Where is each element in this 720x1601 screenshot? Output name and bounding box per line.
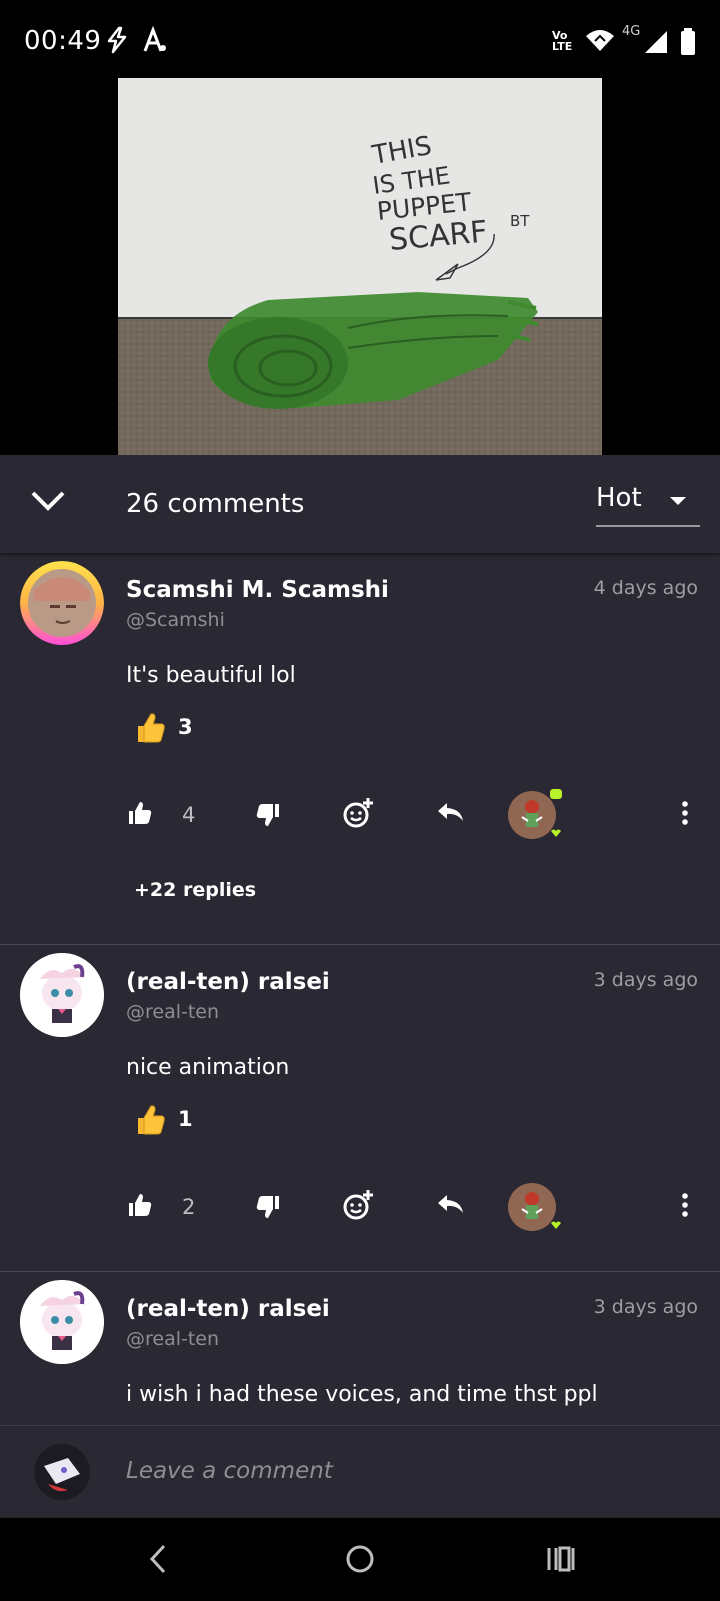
- comment-composer[interactable]: Leave a comment: [0, 1425, 720, 1518]
- comment-item: (real-ten) ralsei @real-ten 3 days ago n…: [0, 945, 720, 1265]
- collapse-chevron-icon[interactable]: [30, 489, 66, 517]
- comment-author-name[interactable]: (real-ten) ralsei: [126, 1296, 330, 1322]
- comment-author-handle[interactable]: @Scamshi: [126, 609, 225, 631]
- caret-down-icon: [670, 497, 686, 505]
- video-player[interactable]: THIS IS THE PUPPET SCARF BT: [0, 78, 720, 455]
- recents-icon[interactable]: [546, 1544, 576, 1578]
- creator-avatar[interactable]: [508, 789, 564, 849]
- like-icon[interactable]: [128, 801, 152, 829]
- avatar[interactable]: [20, 1280, 104, 1364]
- home-icon[interactable]: [345, 1544, 375, 1578]
- like-count: 4: [182, 803, 196, 827]
- thumbs-up-emoji-icon: [134, 1103, 166, 1141]
- reaction-count: 3: [178, 715, 193, 739]
- comment-text: nice animation: [126, 1055, 290, 1080]
- status-bar: 00:49 Vo LTE 4G: [0, 0, 720, 78]
- comments-count: 26 comments: [126, 489, 305, 519]
- avatar[interactable]: [20, 561, 104, 645]
- status-time: 00:49: [24, 26, 102, 56]
- volte-icon: Vo LTE: [552, 29, 573, 53]
- comment-item: (real-ten) ralsei @real-ten 3 days ago i…: [0, 1272, 720, 1425]
- comment-actions: 4: [0, 789, 720, 839]
- creator-avatar[interactable]: [508, 1181, 564, 1241]
- avatar[interactable]: [20, 953, 104, 1037]
- wifi-icon: [585, 28, 615, 56]
- scarf-artwork: THIS IS THE PUPPET SCARF BT: [118, 78, 602, 455]
- comment-timestamp: 3 days ago: [593, 1296, 698, 1318]
- dislike-icon[interactable]: [256, 803, 280, 831]
- dislike-icon[interactable]: [256, 1195, 280, 1223]
- flash-icon: [104, 26, 130, 58]
- like-count: 2: [182, 1195, 196, 1219]
- view-replies-link[interactable]: +22 replies: [134, 879, 256, 901]
- comment-timestamp: 4 days ago: [593, 577, 698, 599]
- comment-author-handle[interactable]: @real-ten: [126, 1001, 219, 1023]
- comment-text: It's beautiful lol: [126, 663, 296, 688]
- comments-header: 26 comments Hot: [0, 455, 720, 553]
- comments-panel: 26 comments Hot Scamshi M. Scamshi @Scam…: [0, 455, 720, 1425]
- sort-label: Hot: [596, 483, 642, 513]
- more-options-icon[interactable]: [682, 801, 688, 829]
- user-avatar: [34, 1444, 90, 1504]
- add-reaction-icon[interactable]: [342, 797, 374, 833]
- comment-author-handle[interactable]: @real-ten: [126, 1328, 219, 1350]
- network-type-label: 4G: [622, 24, 641, 39]
- reaction-count: 1: [178, 1107, 193, 1131]
- back-icon[interactable]: [148, 1544, 168, 1578]
- comment-timestamp: 3 days ago: [593, 969, 698, 991]
- thumbs-up-emoji-icon: [134, 711, 166, 749]
- battery-icon: [680, 28, 696, 60]
- comment-author-name[interactable]: Scamshi M. Scamshi: [126, 577, 389, 603]
- reply-icon[interactable]: [436, 801, 464, 827]
- comment-actions: 2: [0, 1181, 720, 1231]
- sort-dropdown[interactable]: Hot: [596, 483, 700, 527]
- signal-icon: [644, 30, 668, 58]
- like-icon[interactable]: [128, 1193, 152, 1221]
- comment-text: i wish i had these voices, and time thst…: [126, 1382, 598, 1407]
- a-icon: [142, 25, 168, 58]
- add-reaction-icon[interactable]: [342, 1189, 374, 1225]
- comment-author-name[interactable]: (real-ten) ralsei: [126, 969, 330, 995]
- comment-input-placeholder[interactable]: Leave a comment: [126, 1458, 333, 1484]
- reply-icon[interactable]: [436, 1193, 464, 1219]
- artwork-signature: BT: [510, 212, 530, 230]
- more-options-icon[interactable]: [682, 1193, 688, 1221]
- system-nav-bar: [0, 1517, 720, 1601]
